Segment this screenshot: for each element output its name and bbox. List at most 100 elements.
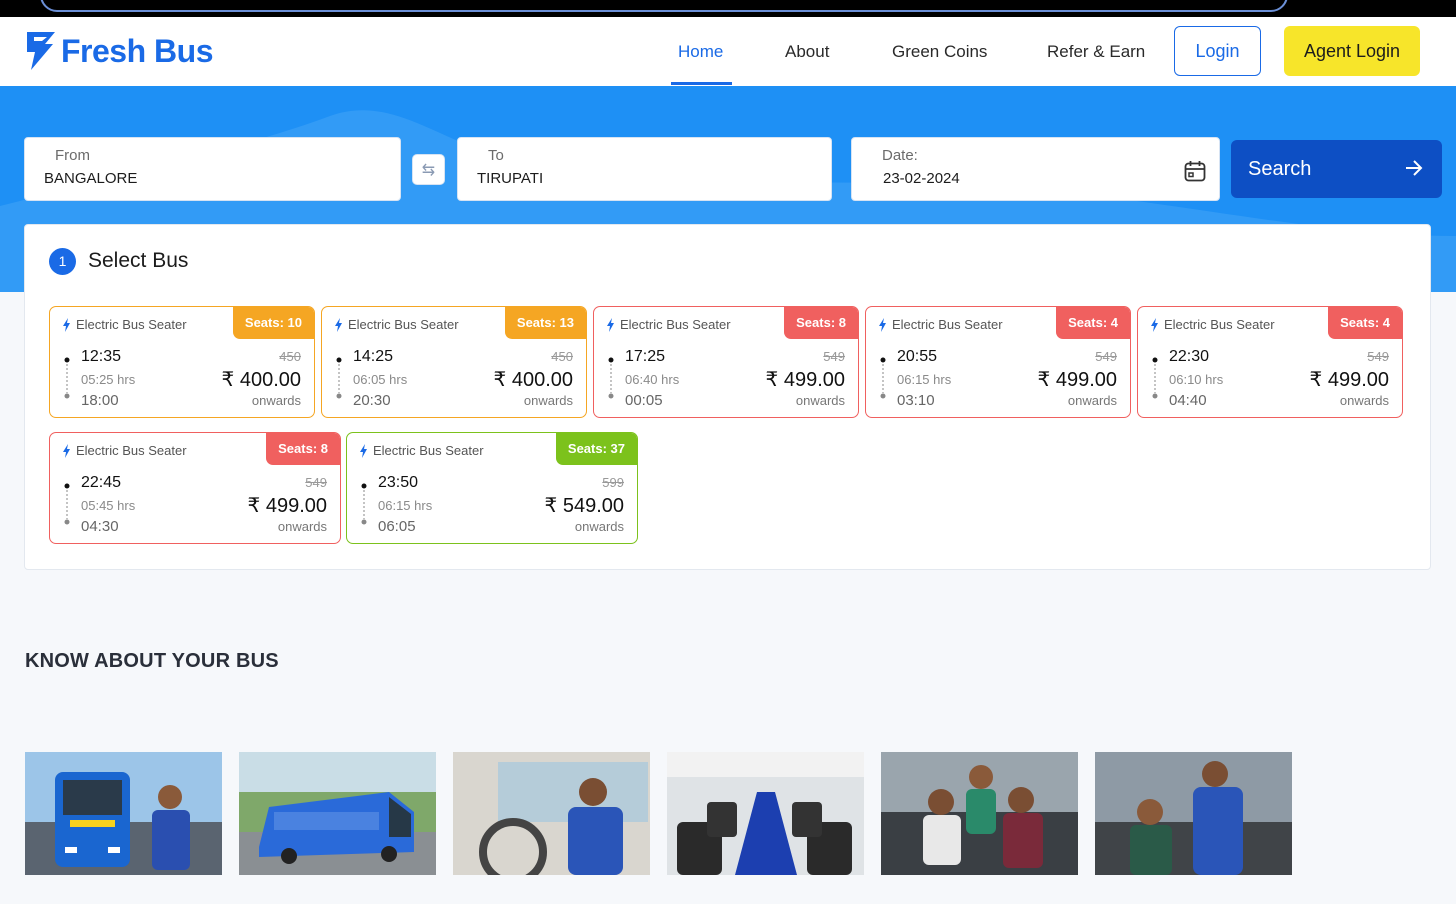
departure-time: 14:25 <box>353 348 394 365</box>
driver-at-wheel-photo[interactable] <box>453 752 650 875</box>
arrival-time: 20:30 <box>353 392 391 409</box>
bus-type: Electric Bus Seater <box>334 317 459 332</box>
original-price: 549 <box>305 475 327 490</box>
nav-refer-earn[interactable]: Refer & Earn <box>1047 17 1145 86</box>
bus-type: Electric Bus Seater <box>606 317 731 332</box>
nav-active-underline <box>671 82 732 85</box>
route-line-icon <box>64 357 70 399</box>
conductor-assisting-passenger-photo[interactable] <box>1095 752 1292 875</box>
bus-card[interactable]: Electric Bus Seater Seats: 10 12:35 05:2… <box>49 306 315 418</box>
lightning-icon <box>879 317 886 332</box>
original-price: 549 <box>1095 349 1117 364</box>
seats-badge: Seats: 4 <box>1328 307 1402 339</box>
departure-time: 22:30 <box>1169 348 1210 365</box>
route-line-icon <box>608 357 614 399</box>
price-note: onwards <box>795 393 845 408</box>
route-line-icon <box>1152 357 1158 399</box>
arrival-time: 18:00 <box>81 392 119 409</box>
bus-card[interactable]: Electric Bus Seater Seats: 8 22:45 05:45… <box>49 432 341 544</box>
to-label: To <box>488 147 504 164</box>
trip-duration: 06:15 hrs <box>378 498 433 513</box>
passengers-in-bus-photo[interactable] <box>881 752 1078 875</box>
bus-type: Electric Bus Seater <box>878 317 1003 332</box>
bus-card[interactable]: Electric Bus Seater Seats: 4 22:30 06:10… <box>1137 306 1403 418</box>
bus-card[interactable]: Electric Bus Seater Seats: 8 17:25 06:40… <box>593 306 859 418</box>
bus-front-with-driver-photo[interactable] <box>25 752 222 875</box>
fresh-bus-logo-icon <box>27 32 55 70</box>
arrival-time: 04:30 <box>81 518 119 535</box>
bus-type-label: Electric Bus Seater <box>620 317 731 332</box>
price-note: onwards <box>251 393 301 408</box>
arrival-time: 03:10 <box>897 392 935 409</box>
departure-time: 23:50 <box>378 474 419 491</box>
seats-badge: Seats: 4 <box>1056 307 1130 339</box>
lightning-icon <box>335 317 342 332</box>
route-line-icon <box>880 357 886 399</box>
lightning-icon <box>607 317 614 332</box>
fare-price: ₹ 400.00 <box>493 369 573 391</box>
seats-badge: Seats: 8 <box>266 433 340 465</box>
brand-logo[interactable]: Fresh Bus <box>25 30 213 72</box>
search-button-label: Search <box>1248 157 1312 180</box>
arrival-time: 00:05 <box>625 392 663 409</box>
know-about-title: KNOW ABOUT YOUR BUS <box>25 650 279 672</box>
bus-interior-seats-photo[interactable] <box>667 752 864 875</box>
nav-green-coins[interactable]: Green Coins <box>892 17 987 86</box>
lightning-icon <box>63 317 70 332</box>
step-number-badge: 1 <box>49 248 76 275</box>
bus-type: Electric Bus Seater <box>1150 317 1275 332</box>
fare-price: ₹ 549.00 <box>544 495 624 517</box>
nav-about[interactable]: About <box>785 17 829 86</box>
date-field[interactable]: Date: 23-02-2024 <box>851 137 1220 201</box>
bus-type-label: Electric Bus Seater <box>373 443 484 458</box>
departure-time: 17:25 <box>625 348 666 365</box>
seats-badge: Seats: 10 <box>232 307 314 339</box>
bus-type-label: Electric Bus Seater <box>76 317 187 332</box>
departure-time: 20:55 <box>897 348 938 365</box>
original-price: 549 <box>1367 349 1389 364</box>
lightning-icon <box>360 443 367 458</box>
trip-duration: 06:05 hrs <box>353 372 408 387</box>
browser-top-strip <box>0 0 1456 17</box>
arrival-time: 06:05 <box>378 518 416 535</box>
price-note: onwards <box>1067 393 1117 408</box>
from-value[interactable]: BANGALORE <box>44 170 137 187</box>
fare-price: ₹ 499.00 <box>765 369 845 391</box>
original-price: 450 <box>279 349 301 364</box>
blue-bus-on-road-photo[interactable] <box>239 752 436 875</box>
fare-price: ₹ 400.00 <box>221 369 301 391</box>
bus-card[interactable]: Electric Bus Seater Seats: 37 23:50 06:1… <box>346 432 638 544</box>
price-note: onwards <box>574 519 624 534</box>
bus-type: Electric Bus Seater <box>359 443 484 458</box>
login-button[interactable]: Login <box>1174 26 1261 76</box>
price-note: onwards <box>523 393 573 408</box>
bus-type-label: Electric Bus Seater <box>348 317 459 332</box>
from-field[interactable]: From BANGALORE <box>24 137 401 201</box>
nav-home[interactable]: Home <box>678 17 723 86</box>
route-line-icon <box>336 357 342 399</box>
arrival-time: 04:40 <box>1169 392 1207 409</box>
seats-badge: Seats: 13 <box>504 307 586 339</box>
fare-price: ₹ 499.00 <box>1309 369 1389 391</box>
date-value[interactable]: 23-02-2024 <box>883 170 960 187</box>
agent-login-button[interactable]: Agent Login <box>1284 26 1420 76</box>
seats-badge: Seats: 37 <box>555 433 637 465</box>
bus-type-label: Electric Bus Seater <box>76 443 187 458</box>
bus-type-label: Electric Bus Seater <box>892 317 1003 332</box>
to-field[interactable]: To TIRUPATI <box>457 137 832 201</box>
departure-time: 22:45 <box>81 474 122 491</box>
bus-card[interactable]: Electric Bus Seater Seats: 13 14:25 06:0… <box>321 306 587 418</box>
trip-duration: 06:10 hrs <box>1169 372 1224 387</box>
bus-type: Electric Bus Seater <box>62 317 187 332</box>
trip-duration: 06:40 hrs <box>625 372 680 387</box>
calendar-icon[interactable] <box>1184 160 1206 182</box>
top-pill-outline <box>40 0 1288 12</box>
search-button[interactable]: Search <box>1231 140 1442 198</box>
departure-time: 12:35 <box>81 348 122 365</box>
bus-type: Electric Bus Seater <box>62 443 187 458</box>
to-value[interactable]: TIRUPATI <box>477 170 543 187</box>
fare-price: ₹ 499.00 <box>247 495 327 517</box>
swap-arrows-icon[interactable]: ⇆ <box>412 154 445 185</box>
bus-card[interactable]: Electric Bus Seater Seats: 4 20:55 06:15… <box>865 306 1131 418</box>
original-price: 599 <box>602 475 624 490</box>
